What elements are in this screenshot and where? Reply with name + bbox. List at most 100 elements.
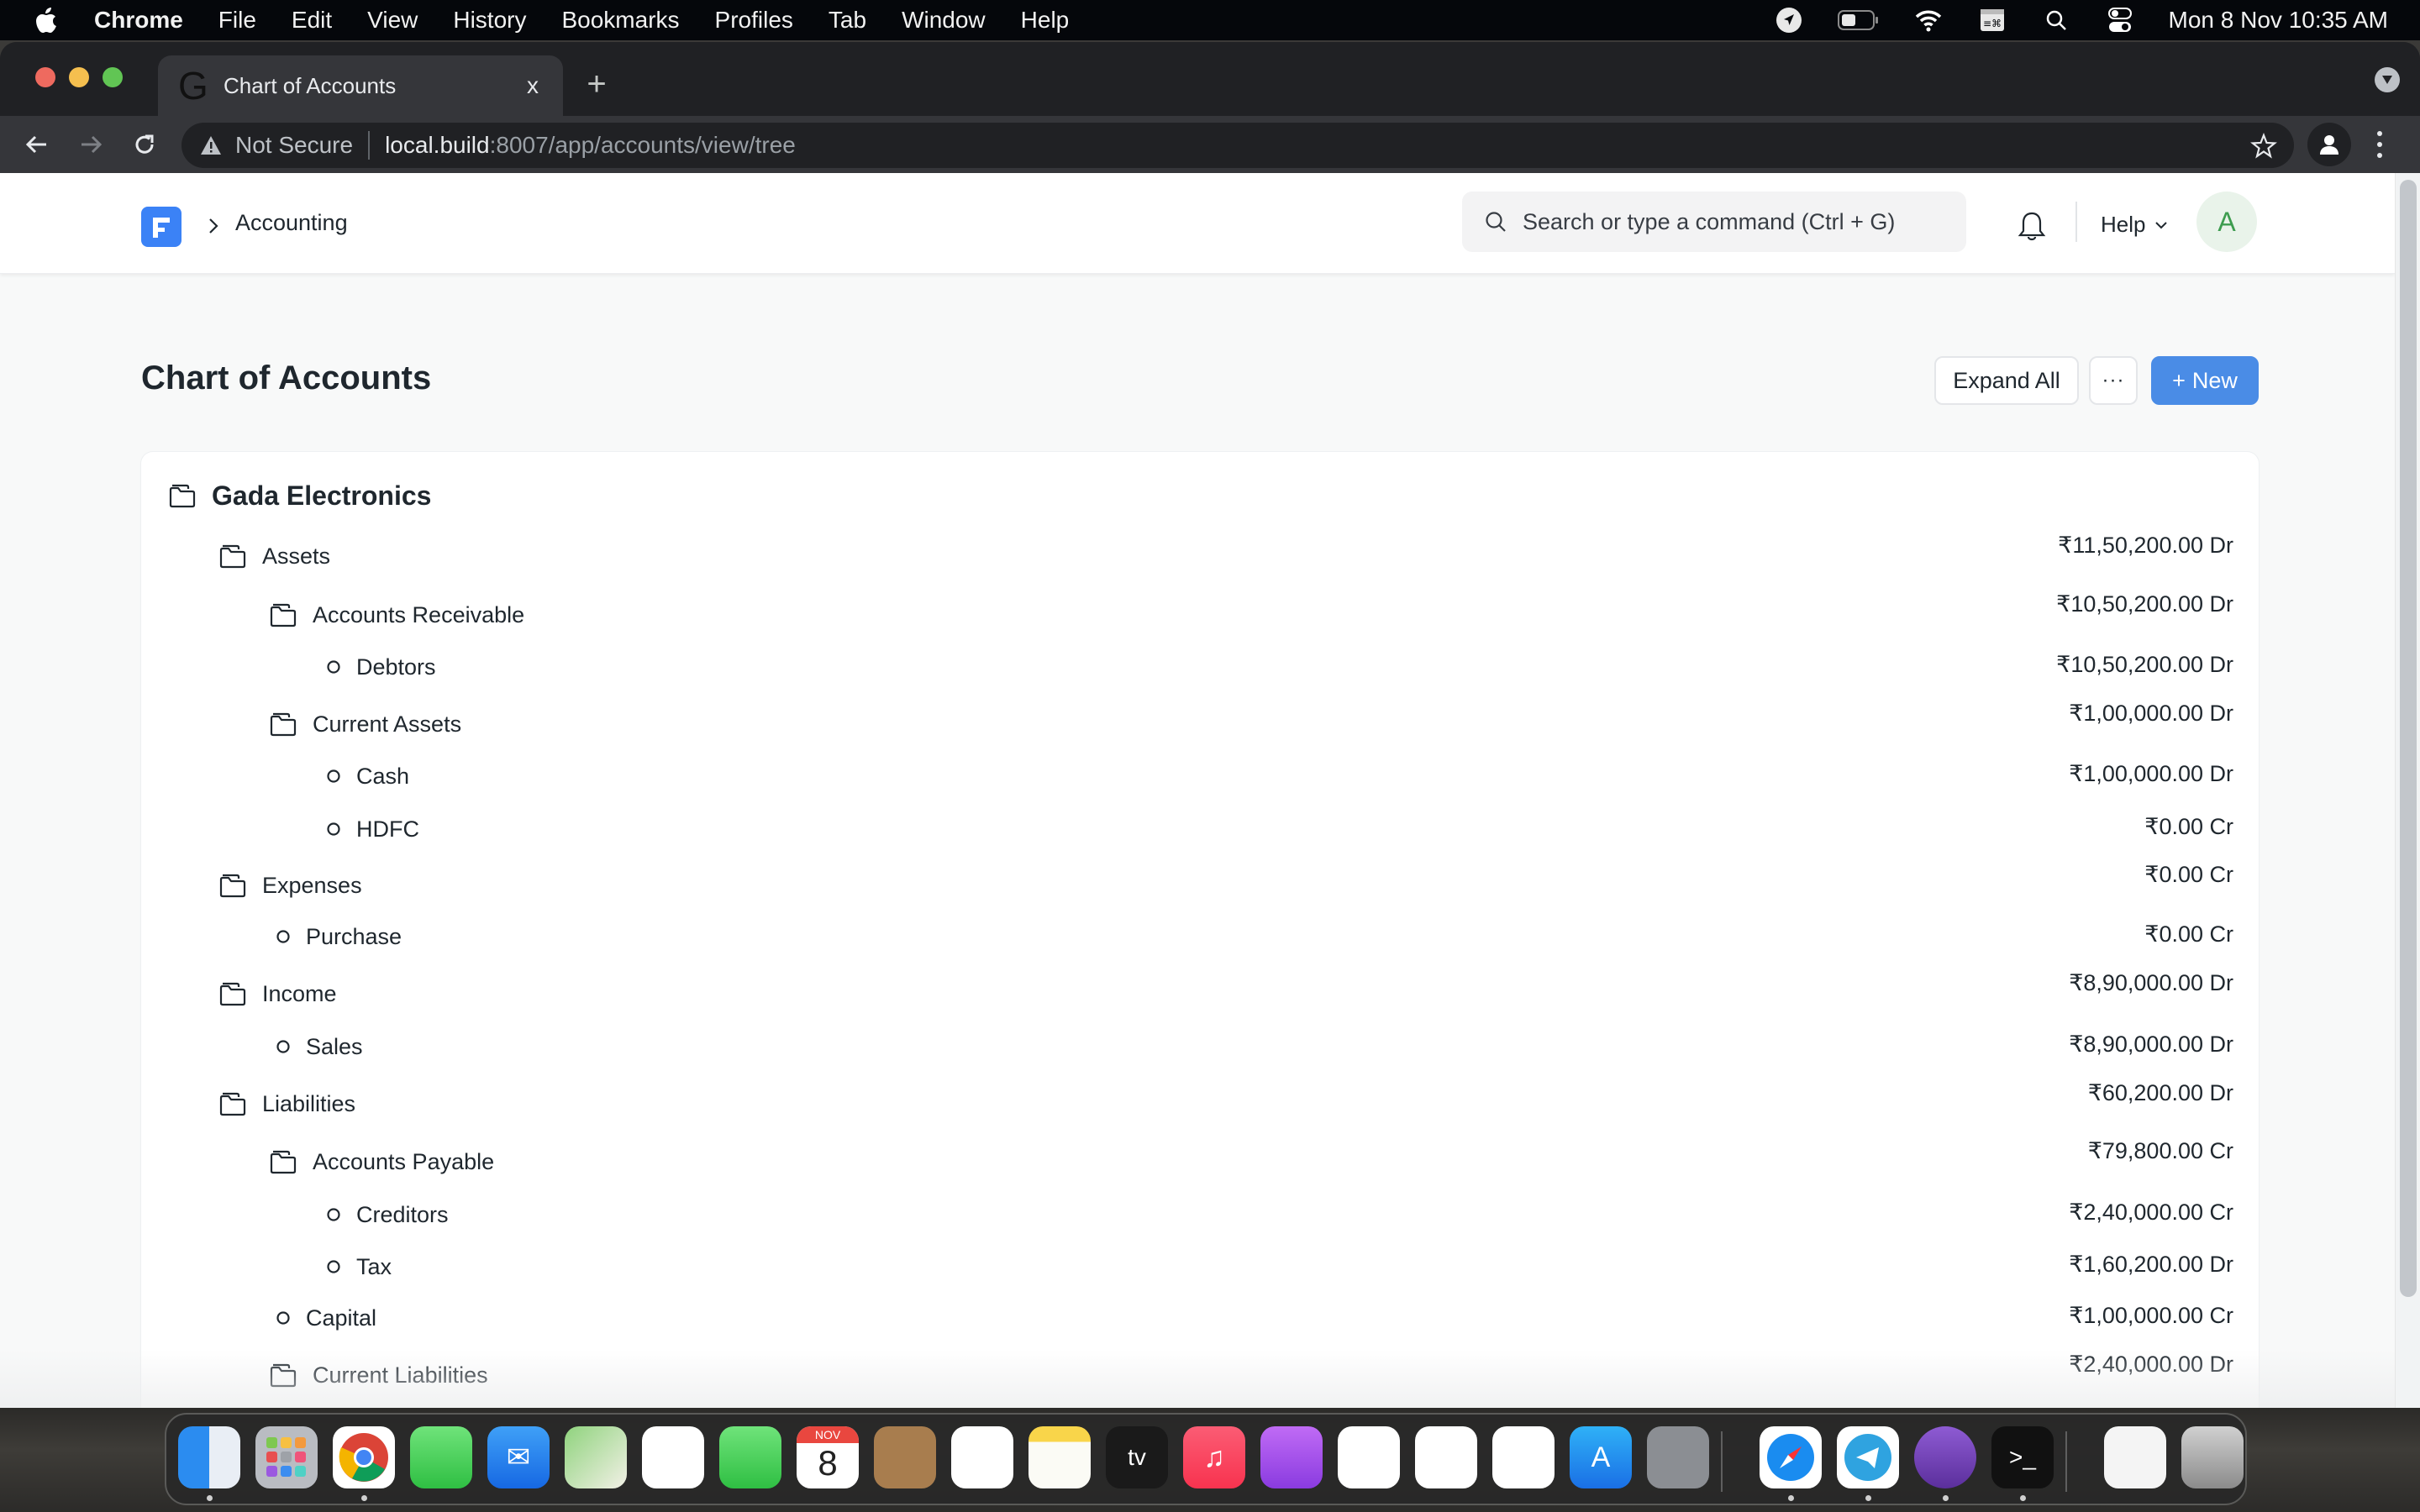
tree-group-row[interactable]: Income ₹8,90,000.00 Dr — [141, 969, 2259, 1019]
tree-leaf-row[interactable]: Sales ₹8,90,000.00 Dr — [141, 1021, 2259, 1072]
app-logo[interactable] — [141, 207, 182, 247]
account-name[interactable]: Creditors — [356, 1202, 449, 1228]
account-name[interactable]: Current Liabilities — [313, 1362, 488, 1389]
tree-group-row[interactable]: Liabilities ₹60,200.00 Dr — [141, 1079, 2259, 1129]
tree-leaf-row[interactable]: HDFC ₹0.00 Cr — [141, 804, 2259, 854]
tree-leaf-row[interactable]: Cash ₹1,00,000.00 Dr — [141, 751, 2259, 801]
profile-button[interactable] — [2307, 123, 2351, 166]
dock-notes-icon[interactable] — [1028, 1426, 1091, 1488]
tree-group-row[interactable]: Accounts Payable ₹79,800.00 Cr — [141, 1137, 2259, 1187]
tree-leaf-row[interactable]: Creditors ₹2,40,000.00 Cr — [141, 1189, 2259, 1240]
tree-group-row[interactable]: Accounts Receivable ₹10,50,200.00 Dr — [141, 590, 2259, 640]
menu-window[interactable]: Window — [902, 7, 986, 34]
dock-launchpad-icon[interactable] — [255, 1426, 318, 1488]
account-name[interactable]: Accounts Payable — [313, 1149, 494, 1175]
battery-icon[interactable] — [1837, 5, 1880, 35]
dock-contacts-icon[interactable] — [874, 1426, 936, 1488]
close-window-button[interactable] — [35, 67, 55, 87]
account-name[interactable]: Sales — [306, 1034, 363, 1060]
dock-reminders-icon[interactable] — [951, 1426, 1013, 1488]
tree-group-row[interactable]: Current Assets ₹1,00,000.00 Dr — [141, 699, 2259, 749]
account-name[interactable]: Gada Electronics — [212, 480, 431, 512]
menu-app-name[interactable]: Chrome — [94, 7, 183, 34]
breadcrumb-accounting[interactable]: Accounting — [235, 210, 348, 236]
tab-chart-of-accounts[interactable]: G Chart of Accounts x — [158, 55, 563, 116]
dock-safari-icon[interactable] — [1760, 1426, 1822, 1488]
bookmark-star-icon[interactable] — [2250, 132, 2277, 160]
dock-keynote-icon[interactable] — [1338, 1426, 1400, 1488]
dock-tv-icon[interactable]: tv — [1106, 1426, 1168, 1488]
menu-edit[interactable]: Edit — [292, 7, 332, 34]
account-name[interactable]: HDFC — [356, 816, 419, 843]
dock-documents-icon[interactable] — [2104, 1426, 2166, 1488]
page-scrollbar[interactable] — [2395, 173, 2420, 1408]
apple-menu-icon[interactable] — [34, 6, 59, 34]
tab-close-button[interactable]: x — [516, 72, 550, 99]
dock-facetime-icon[interactable] — [719, 1426, 781, 1488]
not-secure-warning-icon[interactable] — [200, 134, 224, 157]
menu-history[interactable]: History — [453, 7, 526, 34]
fullscreen-window-button[interactable] — [103, 67, 123, 87]
account-name[interactable]: Current Assets — [313, 711, 461, 738]
tree-leaf-row[interactable]: Purchase ₹0.00 Cr — [141, 911, 2259, 962]
wifi-icon[interactable] — [1913, 5, 1944, 35]
reload-button[interactable] — [128, 128, 161, 161]
location-icon[interactable] — [1774, 5, 1804, 35]
tree-group-row[interactable]: Expenses ₹0.00 Cr — [141, 860, 2259, 911]
help-dropdown[interactable]: Help — [2101, 212, 2169, 238]
dock-telegram-icon[interactable] — [1837, 1426, 1899, 1488]
menu-tab[interactable]: Tab — [829, 7, 866, 34]
menu-bar-clock[interactable]: Mon 8 Nov 10:35 AM — [2169, 7, 2388, 34]
dock-numbers-icon[interactable] — [1415, 1426, 1477, 1488]
dock-system-preferences-icon[interactable] — [1647, 1426, 1709, 1488]
dock-maps-icon[interactable] — [565, 1426, 627, 1488]
expand-all-button[interactable]: Expand All — [1934, 356, 2079, 405]
dock-photos-icon[interactable] — [642, 1426, 704, 1488]
browser-menu-button[interactable] — [2371, 128, 2388, 161]
account-name[interactable]: Liabilities — [262, 1091, 355, 1117]
control-center-icon[interactable] — [2105, 5, 2135, 35]
account-name[interactable]: Cash — [356, 764, 409, 790]
account-name[interactable]: Assets — [262, 543, 330, 570]
address-bar[interactable]: Not Secure local.build :8007/app/account… — [182, 123, 2294, 168]
security-label[interactable]: Not Secure — [235, 132, 353, 159]
menu-view[interactable]: View — [367, 7, 418, 34]
dock-podcasts-icon[interactable] — [1260, 1426, 1323, 1488]
dock-mail-icon[interactable]: ✉ — [487, 1426, 550, 1488]
dock-calendar-icon[interactable]: NOV 8 — [797, 1426, 859, 1488]
tree-group-row[interactable]: Gada Electronics — [141, 470, 2259, 521]
account-name[interactable]: Tax — [356, 1254, 392, 1280]
search-input[interactable] — [1523, 208, 1960, 235]
dock-finder-icon[interactable] — [178, 1426, 240, 1488]
dock-google-chrome-icon[interactable] — [333, 1426, 395, 1488]
tree-leaf-row[interactable]: Debtors ₹10,50,200.00 Dr — [141, 642, 2259, 692]
more-actions-button[interactable]: ··· — [2089, 356, 2138, 405]
minimize-window-button[interactable] — [69, 67, 89, 87]
dock-music-icon[interactable]: ♫ — [1183, 1426, 1245, 1488]
tree-leaf-row[interactable]: Capital ₹1,00,000.00 Cr — [141, 1293, 2259, 1343]
user-avatar[interactable]: A — [2196, 192, 2257, 252]
dock-pages-icon[interactable] — [1492, 1426, 1555, 1488]
dock-messages-icon[interactable] — [410, 1426, 472, 1488]
account-name[interactable]: Income — [262, 981, 337, 1007]
tab-search-button[interactable] — [2375, 67, 2400, 92]
account-name[interactable]: Expenses — [262, 873, 362, 899]
tree-group-row[interactable]: Current Liabilities ₹2,40,000.00 Dr — [141, 1350, 2259, 1400]
dock-emacs-icon[interactable] — [1914, 1426, 1976, 1488]
menu-bookmarks[interactable]: Bookmarks — [561, 7, 679, 34]
notification-bell-icon[interactable] — [2017, 210, 2047, 244]
account-name[interactable]: Debtors — [356, 654, 436, 680]
back-button[interactable] — [20, 128, 54, 161]
awesome-bar[interactable] — [1462, 192, 1966, 252]
dock-app-store-icon[interactable]: A — [1570, 1426, 1632, 1488]
scrollbar-thumb[interactable] — [2400, 180, 2417, 1297]
keyboard-viewer-icon[interactable]: ≡⌘ — [1977, 5, 2007, 35]
menu-file[interactable]: File — [218, 7, 256, 34]
forward-button[interactable] — [74, 128, 108, 161]
account-name[interactable]: Capital — [306, 1305, 376, 1331]
dock-terminal-icon[interactable]: >_ — [1991, 1426, 2054, 1488]
menu-help[interactable]: Help — [1021, 7, 1070, 34]
account-name[interactable]: Accounts Receivable — [313, 602, 524, 628]
new-account-button[interactable]: + New — [2151, 356, 2259, 405]
account-name[interactable]: Purchase — [306, 924, 402, 950]
